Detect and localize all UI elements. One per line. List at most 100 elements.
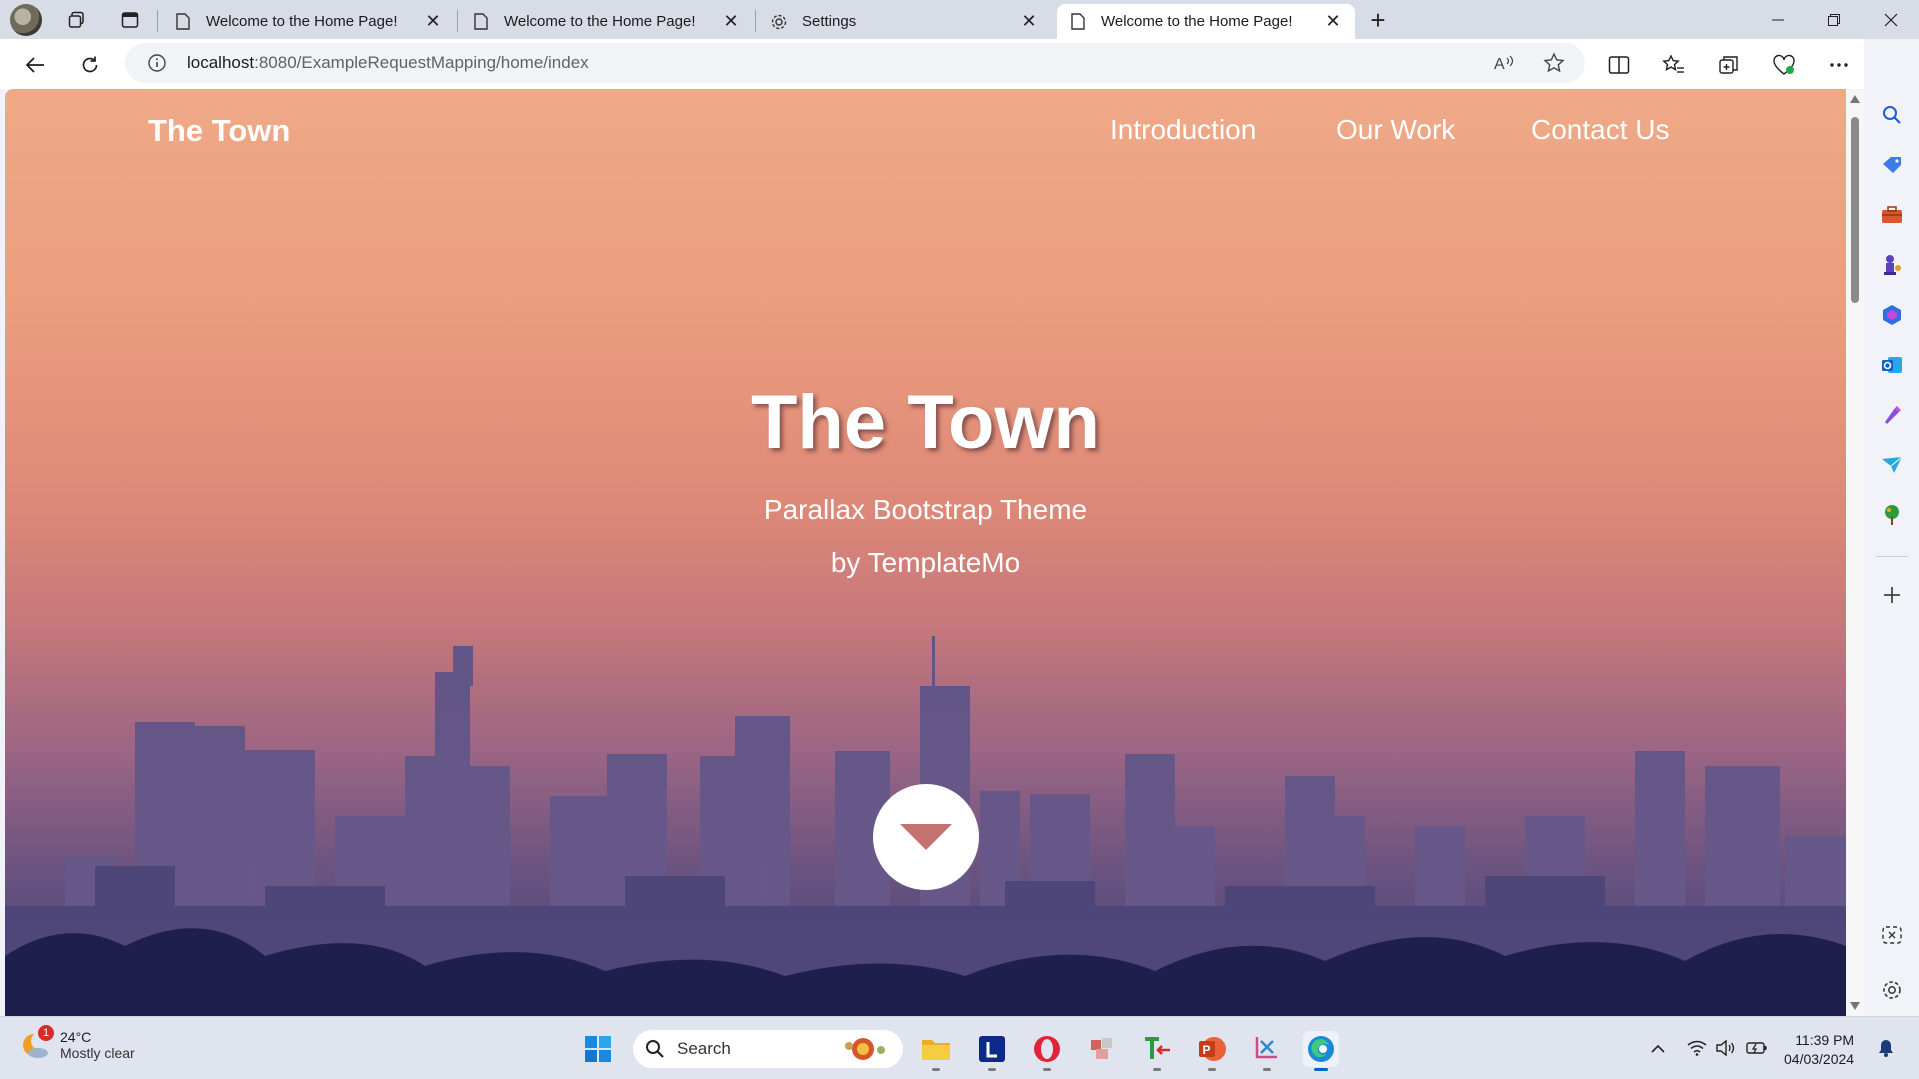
- edge-sidebar: [1864, 39, 1919, 1016]
- url-text[interactable]: localhost:8080/ExampleRequestMapping/hom…: [187, 53, 589, 73]
- system-clock[interactable]: 11:39 PM 04/03/2024: [1784, 1031, 1854, 1069]
- site-navbar: The Town Introduction Our Work Contact U…: [5, 89, 1846, 179]
- scroll-down-button[interactable]: [873, 784, 979, 890]
- close-icon[interactable]: ✕: [721, 11, 741, 32]
- tools-briefcase-icon[interactable]: [1876, 199, 1908, 231]
- sidebar-divider: [1876, 556, 1908, 557]
- tab-welcome-2[interactable]: Welcome to the Home Page! ✕: [460, 4, 753, 39]
- tree-icon[interactable]: [1876, 499, 1908, 531]
- new-tab-button[interactable]: +: [1362, 5, 1394, 35]
- close-icon[interactable]: ✕: [423, 11, 443, 32]
- address-bar[interactable]: localhost:8080/ExampleRequestMapping/hom…: [125, 43, 1585, 83]
- weather-temp: 24°C: [60, 1029, 92, 1045]
- hero-title: The Town: [751, 380, 1100, 465]
- site-info-icon[interactable]: [137, 43, 177, 83]
- clock-date: 04/03/2024: [1784, 1051, 1855, 1067]
- running-indicator: [1208, 1068, 1216, 1071]
- more-options-icon[interactable]: [1823, 49, 1855, 81]
- taskbar-search-box[interactable]: Search: [633, 1030, 903, 1068]
- url-path: :8080/ExampleRequestMapping/home/index: [254, 53, 589, 72]
- tab-title: Welcome to the Home Page!: [504, 13, 696, 30]
- back-button[interactable]: [19, 49, 51, 81]
- tab-title: Welcome to the Home Page!: [1101, 13, 1293, 30]
- svg-text:A: A: [1494, 56, 1505, 73]
- scroll-up-arrow-icon[interactable]: [1850, 95, 1860, 103]
- weather-widget[interactable]: 1 24°C Mostly clear: [20, 1025, 135, 1061]
- collections-icon[interactable]: [1713, 49, 1745, 81]
- search-label: Search: [677, 1039, 731, 1058]
- hero-subtitle: Parallax Bootstrap Theme: [763, 494, 1088, 525]
- tab-welcome-1[interactable]: Welcome to the Home Page! ✕: [162, 4, 455, 39]
- split-screen-icon[interactable]: [1603, 49, 1635, 81]
- nav-link-introduction[interactable]: Introduction: [1110, 114, 1256, 146]
- tab-separator: [157, 10, 158, 32]
- sidebar-settings-gear-icon[interactable]: [1876, 974, 1908, 1006]
- nav-link-our-work[interactable]: Our Work: [1336, 114, 1455, 146]
- scroll-down-arrow-icon[interactable]: [1850, 1002, 1860, 1010]
- designer-icon[interactable]: [1876, 399, 1908, 431]
- favorites-icon[interactable]: [1658, 49, 1690, 81]
- powerpoint-icon[interactable]: P: [1194, 1031, 1230, 1071]
- running-indicator: [1263, 1068, 1271, 1071]
- svg-text:P: P: [1203, 1043, 1211, 1057]
- tab-welcome-active[interactable]: Welcome to the Home Page! ✕: [1057, 4, 1355, 39]
- wifi-icon[interactable]: [1684, 1035, 1710, 1061]
- tab-title: Settings: [802, 13, 857, 30]
- file-explorer-icon[interactable]: [918, 1031, 954, 1071]
- microsoft-365-icon[interactable]: [1876, 299, 1908, 331]
- close-icon[interactable]: ✕: [1323, 11, 1343, 32]
- scrollbar-thumb[interactable]: [1851, 117, 1859, 303]
- opera-icon[interactable]: [1029, 1031, 1065, 1071]
- l-app-icon[interactable]: [974, 1031, 1010, 1071]
- snipping-tool-icon[interactable]: [1249, 1031, 1285, 1071]
- volume-icon[interactable]: [1712, 1035, 1738, 1061]
- search-icon[interactable]: [1876, 99, 1908, 131]
- notification-bell-icon[interactable]: [1873, 1035, 1899, 1061]
- running-indicator: [1043, 1068, 1051, 1071]
- nav-link-contact-us[interactable]: Contact Us: [1531, 114, 1670, 146]
- add-sidebar-app-icon[interactable]: [1876, 579, 1908, 611]
- t-app-icon[interactable]: [1139, 1031, 1175, 1071]
- running-indicator: [1153, 1068, 1161, 1071]
- minimize-button[interactable]: [1750, 0, 1806, 39]
- clock-time: 11:39 PM: [1795, 1032, 1855, 1048]
- tab-settings[interactable]: Settings ✕: [758, 4, 1051, 39]
- page-scrollbar[interactable]: [1846, 89, 1864, 1016]
- workspaces-icon[interactable]: [63, 6, 91, 34]
- read-aloud-icon[interactable]: A: [1488, 47, 1520, 79]
- tab-strip: Welcome to the Home Page! ✕ Welcome to t…: [0, 0, 1919, 39]
- running-indicator: [988, 1068, 996, 1071]
- games-chess-icon[interactable]: [1876, 249, 1908, 281]
- close-window-button[interactable]: [1863, 0, 1919, 39]
- weather-badge: 1: [38, 1025, 54, 1041]
- gallery-app-icon[interactable]: [1084, 1031, 1120, 1067]
- gear-icon: [770, 13, 788, 31]
- tab-separator: [457, 10, 458, 32]
- shopping-tag-icon[interactable]: [1876, 149, 1908, 181]
- favorite-star-icon[interactable]: [1538, 47, 1570, 79]
- search-highlight-icon: [845, 1038, 885, 1060]
- battery-icon[interactable]: [1744, 1035, 1770, 1061]
- windows-taskbar: 1 24°C Mostly clear Search P 11:39 PM 04…: [0, 1016, 1919, 1079]
- site-brand-link[interactable]: The Town: [148, 113, 290, 149]
- weather-condition: Mostly clear: [60, 1045, 135, 1061]
- running-indicator: [932, 1068, 940, 1071]
- screenshot-capture-icon[interactable]: [1876, 919, 1908, 951]
- browser-essentials-icon[interactable]: [1768, 49, 1800, 81]
- caret-down-icon: [900, 824, 952, 850]
- start-windows-icon[interactable]: [580, 1031, 616, 1067]
- page-viewport: The Town Introduction Our Work Contact U…: [5, 89, 1846, 1016]
- vertical-tabs-icon[interactable]: [116, 6, 144, 34]
- page-icon: [1069, 13, 1087, 31]
- show-hidden-icons-chevron-icon[interactable]: [1645, 1035, 1671, 1061]
- profile-avatar[interactable]: [10, 4, 42, 36]
- edge-browser-icon[interactable]: [1303, 1031, 1339, 1071]
- refresh-button[interactable]: [74, 49, 106, 81]
- browser-toolbar: localhost:8080/ExampleRequestMapping/hom…: [0, 39, 1919, 89]
- close-icon[interactable]: ✕: [1019, 11, 1039, 32]
- url-host: localhost: [187, 53, 255, 72]
- outlook-icon[interactable]: [1876, 349, 1908, 381]
- page-icon: [472, 13, 490, 31]
- send-icon[interactable]: [1876, 449, 1908, 481]
- restore-button[interactable]: [1806, 0, 1862, 39]
